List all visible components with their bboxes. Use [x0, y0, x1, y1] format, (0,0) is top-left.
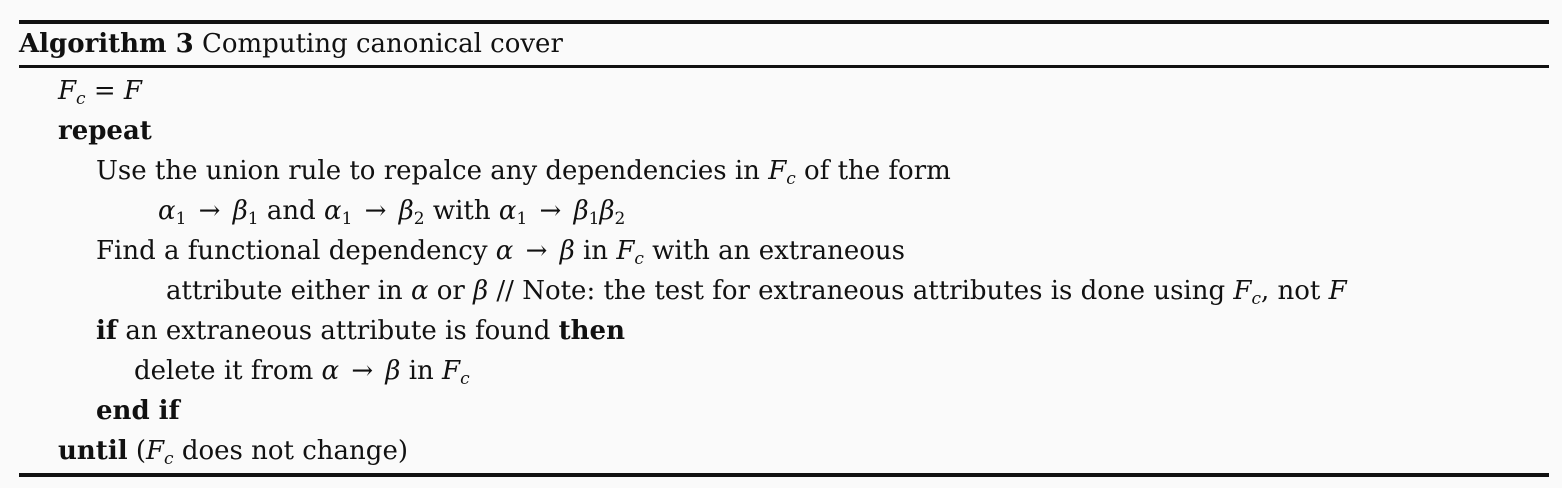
- line-until: until (Fc does not change): [19, 431, 1549, 471]
- symbol-F: F: [123, 76, 142, 106]
- symbol-beta: β: [385, 356, 401, 386]
- symbol-c: c: [76, 89, 86, 109]
- line-find: Find a functional dependency α → β in Fc…: [19, 231, 1549, 271]
- symbol-alpha: α: [158, 196, 176, 226]
- algorithm-block: Algorithm 3 Computing canonical cover Fc…: [19, 20, 1549, 477]
- arrow-symbol: →: [539, 196, 562, 226]
- symbol-c: c: [1251, 289, 1261, 309]
- find-in: in: [582, 236, 609, 266]
- equals-sign: =: [93, 76, 116, 106]
- arrow-symbol: →: [351, 356, 374, 386]
- line-init: Fc = F: [19, 71, 1549, 111]
- arrow-symbol: →: [525, 236, 548, 266]
- bottom-rule: [19, 473, 1549, 477]
- attr-note: // Note: the test for extraneous attribu…: [496, 276, 1226, 306]
- algorithm-title: Computing canonical cover: [201, 29, 563, 59]
- attr-or: or: [436, 276, 465, 306]
- keyword-repeat: repeat: [58, 116, 152, 146]
- union-and: and: [266, 196, 316, 226]
- symbol-c: c: [634, 249, 644, 269]
- arrow-symbol: →: [198, 196, 221, 226]
- union-tail: of the form: [804, 156, 951, 186]
- symbol-F: F: [442, 356, 461, 386]
- subscript-2: 2: [614, 209, 626, 229]
- until-open-paren: (: [135, 436, 146, 466]
- keyword-until: until: [58, 436, 128, 466]
- line-end-if: end if: [19, 391, 1549, 431]
- symbol-c: c: [164, 449, 174, 469]
- until-text: does not change): [181, 436, 408, 466]
- symbol-c: c: [460, 369, 470, 389]
- line-delete: delete it from α → β in Fc: [19, 351, 1549, 391]
- subscript-1: 1: [247, 209, 259, 229]
- subscript-2: 2: [413, 209, 425, 229]
- union-text: Use the union rule to repalce any depend…: [96, 156, 760, 186]
- line-if: if an extraneous attribute is found then: [19, 311, 1549, 351]
- attr-not: , not: [1260, 276, 1321, 306]
- symbol-beta: β: [559, 236, 575, 266]
- symbol-F: F: [768, 156, 787, 186]
- if-text: an extraneous attribute is found: [125, 316, 551, 346]
- attr-text: attribute either in: [166, 276, 403, 306]
- subscript-1: 1: [175, 209, 187, 229]
- algorithm-caption: Algorithm 3 Computing canonical cover: [19, 24, 1549, 65]
- subscript-1: 1: [588, 209, 600, 229]
- symbol-beta: β: [473, 276, 489, 306]
- symbol-beta: β: [599, 196, 615, 226]
- subscript-1: 1: [516, 209, 528, 229]
- symbol-F: F: [58, 76, 77, 106]
- delete-in: in: [408, 356, 434, 386]
- algorithm-label: Algorithm 3: [19, 29, 194, 59]
- keyword-if: if: [96, 316, 118, 346]
- symbol-alpha: α: [495, 236, 514, 266]
- symbol-F: F: [1328, 276, 1347, 306]
- symbol-F: F: [616, 236, 635, 266]
- find-text: Find a functional dependency: [96, 236, 488, 266]
- symbol-alpha: α: [410, 276, 429, 306]
- subscript-1: 1: [341, 209, 353, 229]
- symbol-beta: β: [398, 196, 414, 226]
- line-union: Use the union rule to repalce any depend…: [19, 151, 1549, 191]
- line-attribute-note: attribute either in α or β // Note: the …: [19, 271, 1549, 311]
- arrow-symbol: →: [364, 196, 387, 226]
- keyword-then: then: [558, 316, 625, 346]
- keyword-end-if: end if: [96, 396, 180, 426]
- symbol-beta: β: [232, 196, 248, 226]
- delete-text: delete it from: [134, 356, 314, 386]
- union-with: with: [432, 196, 491, 226]
- line-repeat: repeat: [19, 111, 1549, 151]
- symbol-F: F: [1233, 276, 1252, 306]
- symbol-alpha: α: [324, 196, 342, 226]
- symbol-F: F: [146, 436, 165, 466]
- symbol-alpha: α: [498, 196, 517, 226]
- symbol-alpha: α: [321, 356, 340, 386]
- algorithm-body: Fc = F repeat Use the union rule to repa…: [19, 68, 1549, 471]
- symbol-beta: β: [573, 196, 589, 226]
- symbol-c: c: [786, 169, 796, 189]
- find-tail: with an extraneous: [652, 236, 905, 266]
- line-union-formula: α1 → β1 and α1 → β2 with α1 → β1β2: [19, 191, 1549, 231]
